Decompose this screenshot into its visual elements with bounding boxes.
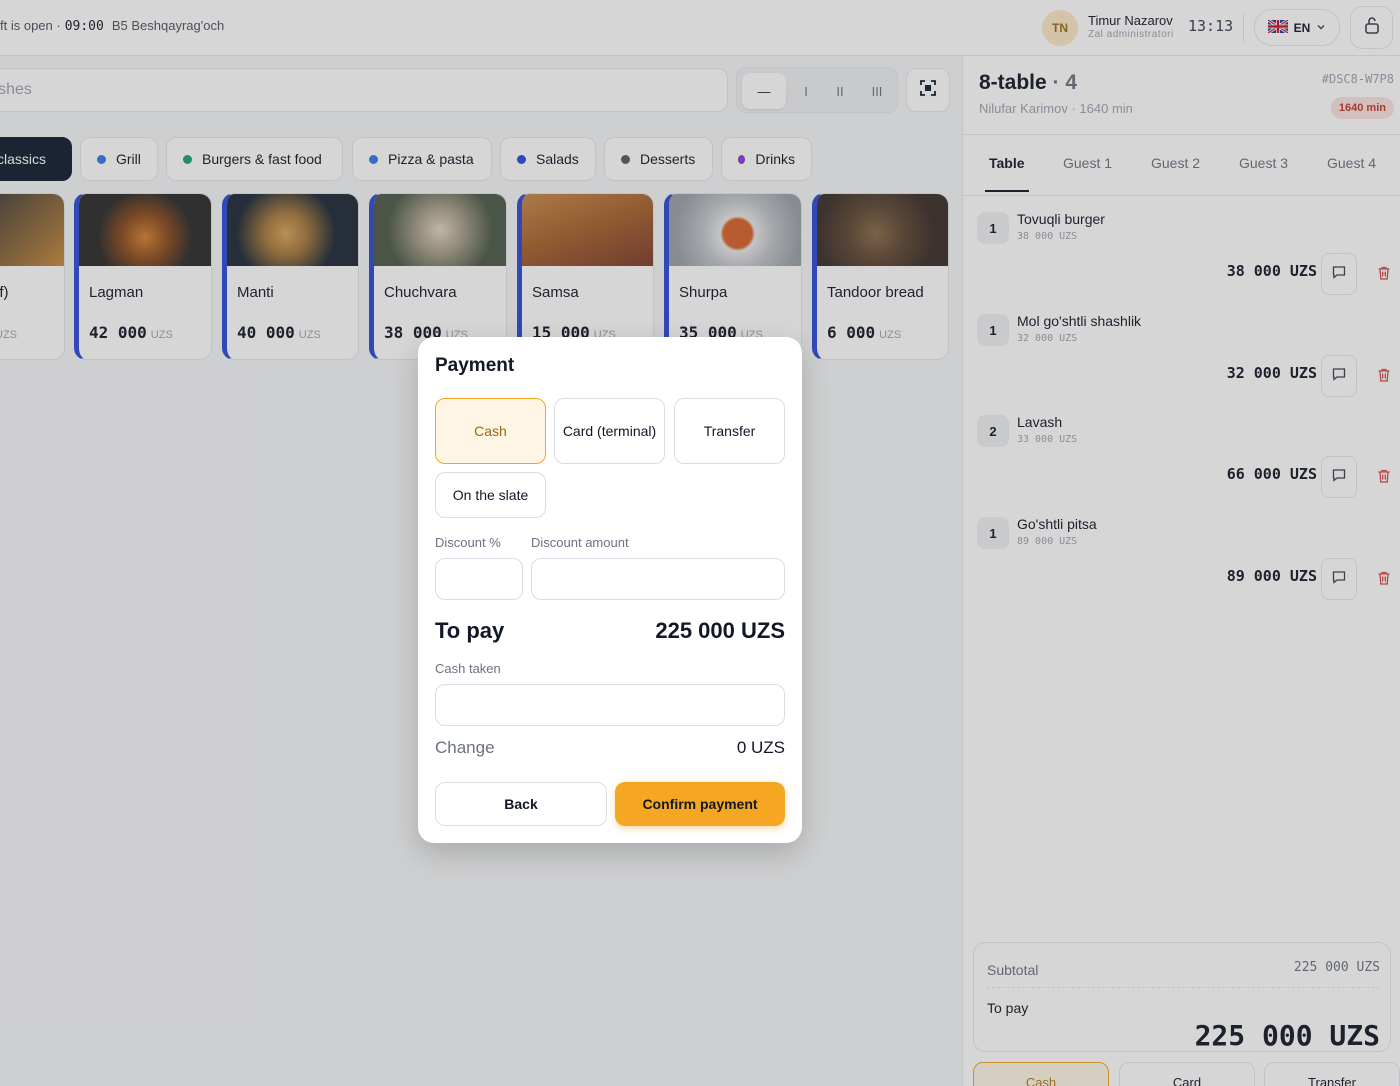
discount-amount-label: Discount amount <box>531 535 629 550</box>
discount-percent-field[interactable] <box>435 558 523 600</box>
modal-to-pay-value: 225 000 UZS <box>655 618 785 643</box>
method-transfer-option[interactable]: Transfer <box>674 398 785 464</box>
change-label: Change <box>435 738 495 757</box>
change-value: 0 UZS <box>736 738 785 757</box>
discount-amount-field[interactable] <box>531 558 785 600</box>
modal-title: Payment <box>435 355 515 376</box>
cash-taken-field[interactable] <box>435 684 785 726</box>
confirm-payment-button[interactable]: Confirm payment <box>615 782 785 826</box>
discount-percent-label: Discount % <box>435 535 501 550</box>
method-slate-option[interactable]: On the slate <box>435 472 546 518</box>
method-cash-option[interactable]: Cash <box>435 398 546 464</box>
payment-modal: Payment Cash Card (terminal) Transfer On… <box>418 337 802 843</box>
back-button[interactable]: Back <box>435 782 607 826</box>
modal-to-pay-label: To pay <box>435 618 505 643</box>
method-card-option[interactable]: Card (terminal) <box>554 398 665 464</box>
cash-taken-label: Cash taken <box>435 661 501 676</box>
